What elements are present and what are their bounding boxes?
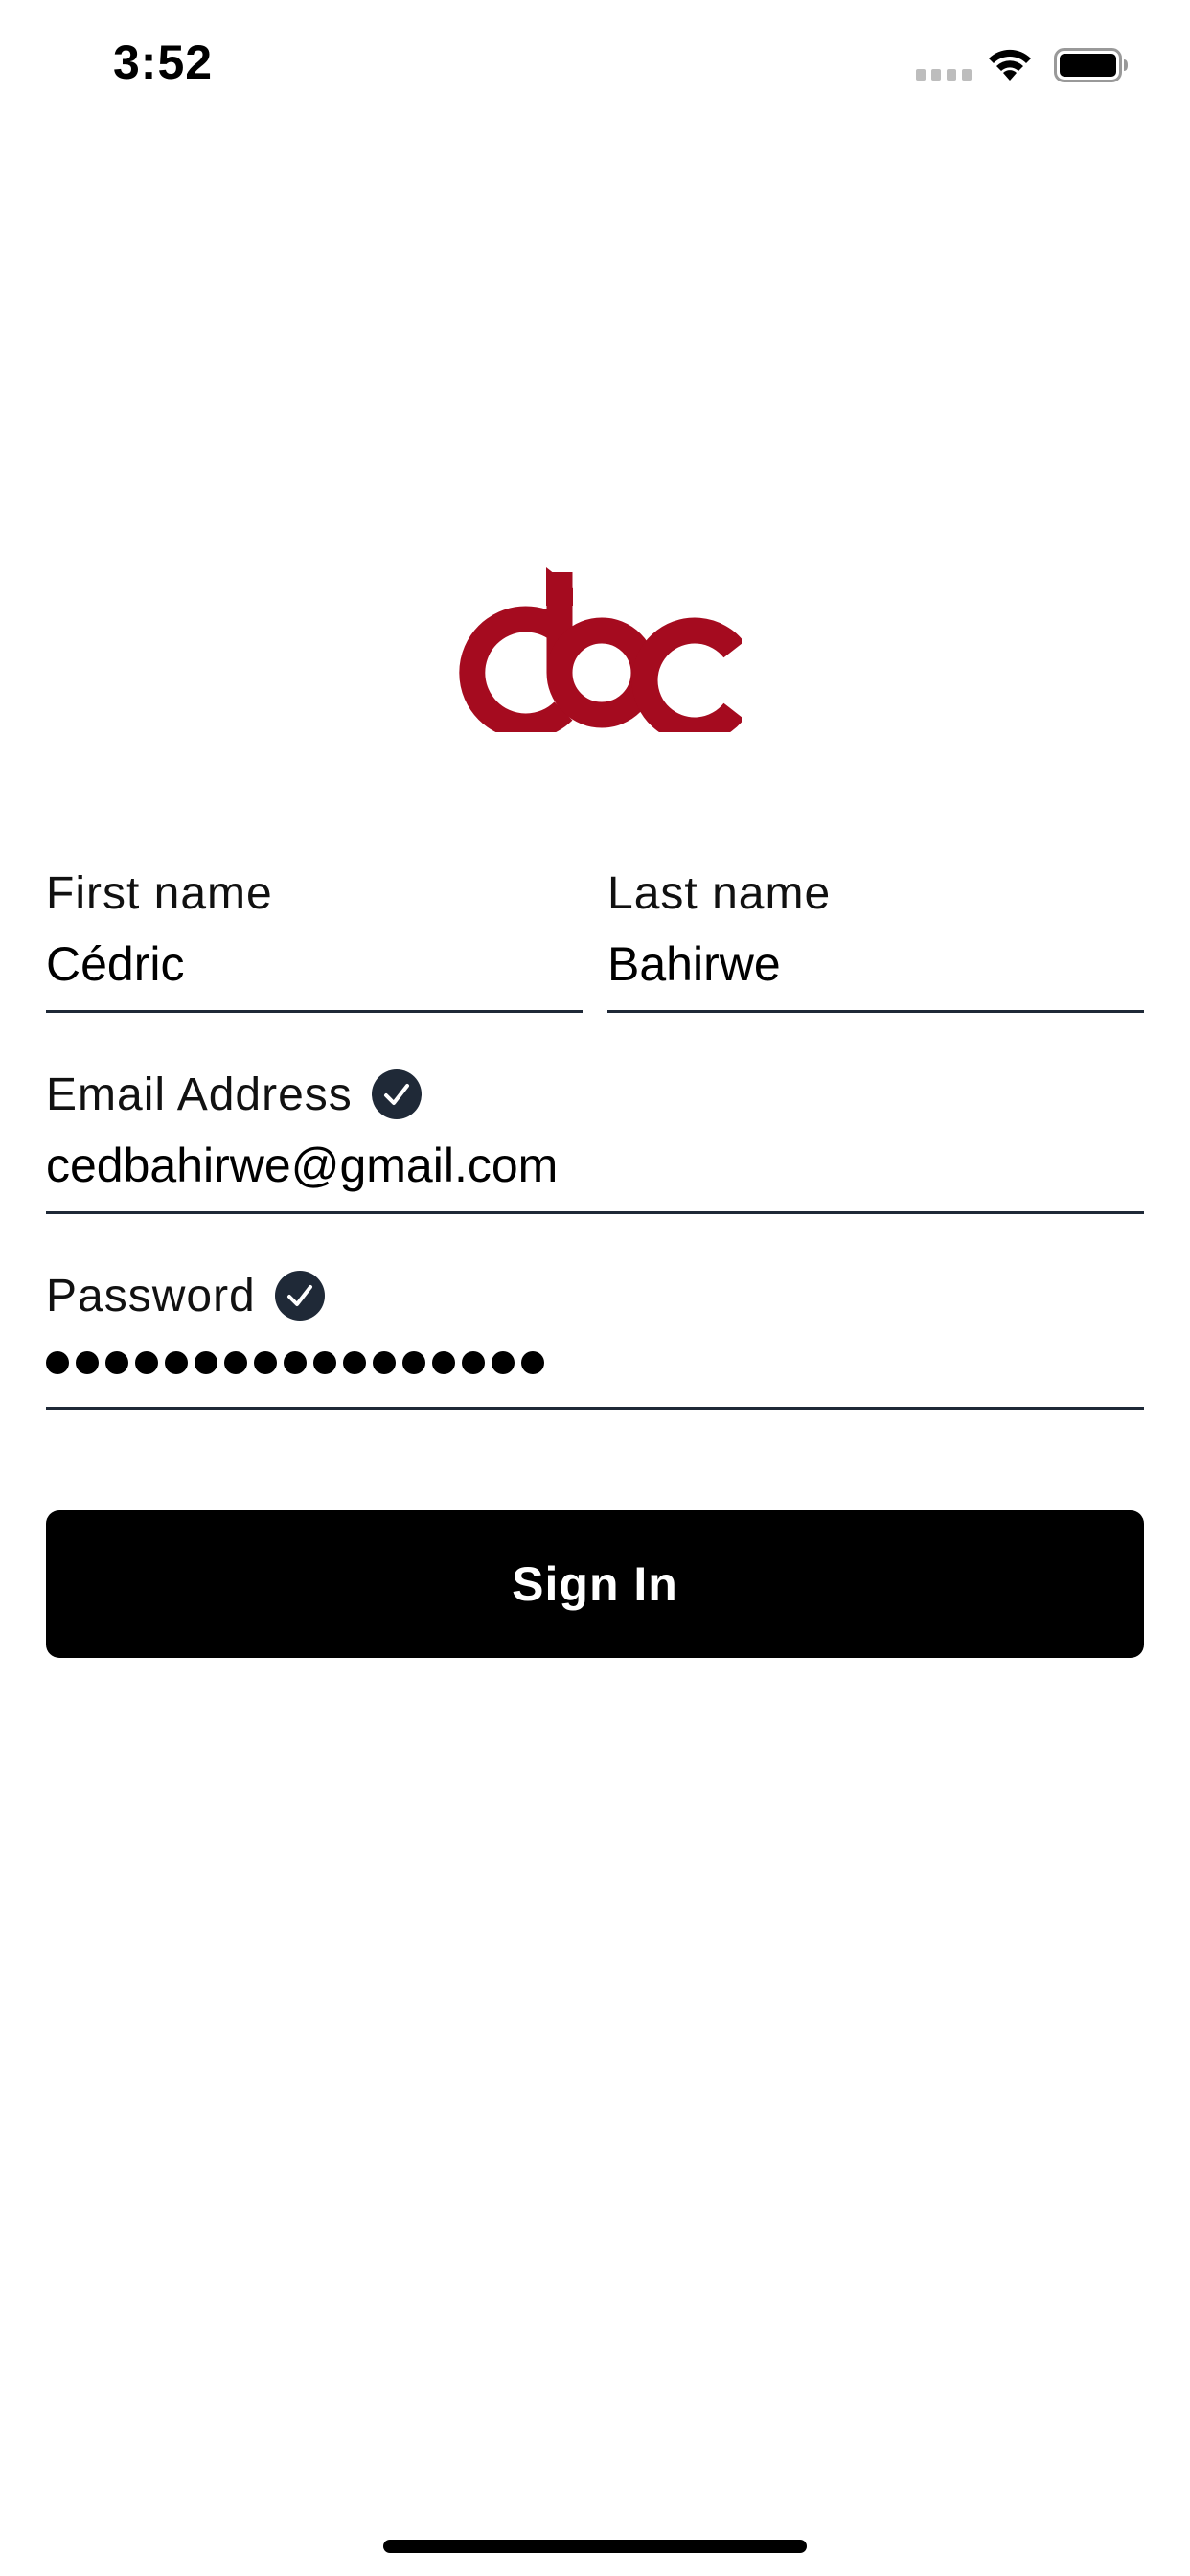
last-name-input[interactable]: Bahirwe	[607, 933, 1144, 995]
home-indicator[interactable]	[383, 2540, 807, 2553]
sign-in-button[interactable]: Sign In	[46, 1510, 1144, 1658]
password-mask-dot	[373, 1351, 396, 1374]
first-name-field[interactable]: First name Cédric	[46, 864, 583, 1014]
first-name-label: First name	[46, 867, 273, 919]
password-mask-dot	[462, 1351, 485, 1374]
first-name-underline	[46, 1010, 583, 1013]
email-field[interactable]: Email Address cedbahirwe@gmail.com	[46, 1066, 1144, 1215]
password-field[interactable]: Password	[46, 1267, 1144, 1416]
status-bar: 3:52	[0, 0, 1190, 126]
first-name-input[interactable]: Cédric	[46, 933, 583, 995]
password-mask-dot	[46, 1351, 69, 1374]
password-valid-checkmark-icon	[274, 1271, 325, 1321]
password-label: Password	[46, 1270, 256, 1322]
email-label: Email Address	[46, 1069, 353, 1120]
password-mask-dot	[402, 1351, 425, 1374]
wifi-icon	[985, 44, 1035, 82]
password-mask-dot	[343, 1351, 366, 1374]
password-mask-dot	[521, 1351, 544, 1374]
password-mask-dot	[135, 1351, 158, 1374]
password-mask-dot	[254, 1351, 277, 1374]
email-valid-checkmark-icon	[371, 1070, 422, 1119]
password-mask-dot	[224, 1351, 247, 1374]
abc-logo	[448, 567, 744, 744]
email-underline	[46, 1211, 1144, 1214]
password-mask-dot	[105, 1351, 128, 1374]
password-underline	[46, 1407, 1144, 1410]
password-input[interactable]	[46, 1332, 1144, 1393]
password-mask-dot	[76, 1351, 99, 1374]
cellular-signal-icon	[916, 69, 972, 80]
password-mask-dot	[195, 1351, 217, 1374]
password-mask-dot	[165, 1351, 188, 1374]
password-mask-dot	[492, 1351, 515, 1374]
password-mask-dot	[284, 1351, 307, 1374]
last-name-underline	[607, 1010, 1144, 1013]
email-input[interactable]: cedbahirwe@gmail.com	[46, 1135, 1144, 1196]
password-mask-dot	[313, 1351, 336, 1374]
status-time: 3:52	[113, 35, 214, 89]
password-mask-dot	[432, 1351, 455, 1374]
last-name-label: Last name	[607, 867, 832, 919]
battery-icon	[1054, 48, 1129, 82]
last-name-field[interactable]: Last name Bahirwe	[607, 864, 1144, 1014]
